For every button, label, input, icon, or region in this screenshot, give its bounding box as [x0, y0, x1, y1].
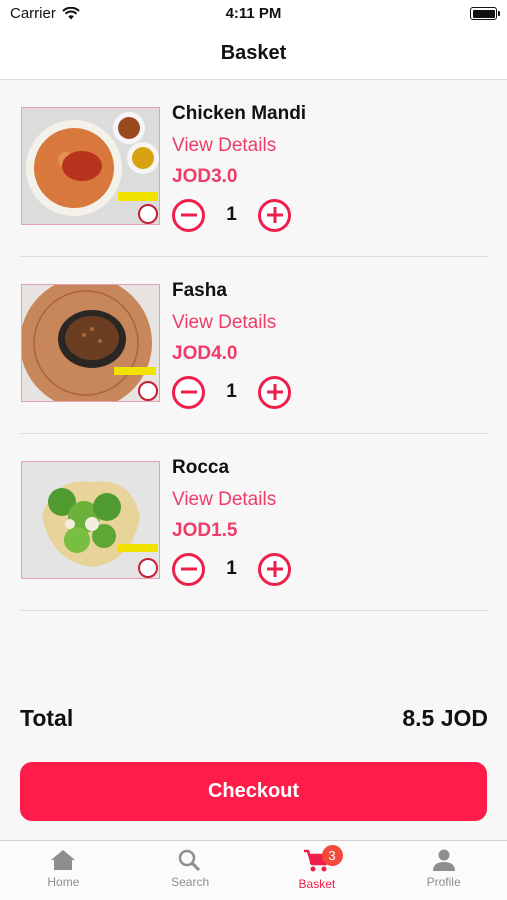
view-details-link[interactable]: View Details	[172, 489, 276, 511]
basket-list: Chicken Mandi View Details JOD3.0 1 Fash…	[20, 80, 488, 611]
decrease-quantity-button[interactable]	[172, 375, 205, 409]
decrease-quantity-button[interactable]	[172, 198, 205, 232]
chicken-mandi-photo	[21, 107, 160, 225]
tab-home[interactable]: Home	[0, 841, 127, 900]
checkout-button[interactable]: Checkout	[20, 762, 487, 821]
plus-icon	[266, 384, 283, 400]
item-name: Chicken Mandi	[172, 103, 307, 124]
increase-quantity-button[interactable]	[258, 375, 291, 409]
tab-label: Profile	[426, 875, 461, 889]
item-price: JOD1.5	[172, 520, 238, 541]
search-icon	[178, 849, 201, 871]
item-name: Fasha	[172, 280, 227, 301]
tab-label: Basket	[298, 877, 336, 891]
item-name: Rocca	[172, 457, 230, 478]
tab-basket[interactable]: 3 Basket	[254, 841, 381, 900]
fasha-photo	[21, 284, 160, 402]
quantity-value: 1	[226, 381, 237, 402]
total-value: 8.5 JOD	[402, 704, 488, 731]
plus-icon	[266, 561, 283, 577]
navigation-bar: Basket	[0, 28, 507, 80]
quantity-value: 1	[226, 204, 237, 225]
quantity-stepper: 1	[172, 375, 291, 409]
status-time: 4:11 PM	[225, 5, 282, 22]
increase-quantity-button[interactable]	[258, 552, 291, 586]
basket-item: Fasha View Details JOD4.0 1	[20, 257, 488, 434]
page-title: Basket	[220, 42, 287, 64]
item-price: JOD4.0	[172, 343, 238, 364]
minus-icon	[180, 390, 197, 394]
tab-label: Home	[47, 875, 80, 889]
quantity-stepper: 1	[172, 552, 291, 586]
tab-bar: Home Search 3 Basket Profile	[0, 840, 507, 900]
basket-item: Chicken Mandi View Details JOD3.0 1	[20, 80, 488, 257]
battery-icon	[470, 7, 500, 20]
tab-profile[interactable]: Profile	[380, 841, 507, 900]
decrease-quantity-button[interactable]	[172, 552, 205, 586]
cart-count-badge: 3	[321, 845, 343, 866]
tab-label: Search	[171, 875, 210, 889]
total-label: Total	[20, 704, 74, 731]
view-details-link[interactable]: View Details	[172, 135, 276, 157]
person-icon	[432, 849, 455, 871]
basket-item: Rocca View Details JOD1.5 1	[20, 434, 488, 611]
tab-search[interactable]: Search	[127, 841, 254, 900]
view-details-link[interactable]: View Details	[172, 312, 276, 334]
increase-quantity-button[interactable]	[258, 198, 291, 232]
minus-icon	[180, 567, 197, 571]
item-price: JOD3.0	[172, 166, 238, 187]
home-icon	[51, 850, 76, 870]
rocca-photo	[21, 461, 160, 579]
total-row: Total 8.5 JOD	[20, 703, 488, 733]
plus-icon	[266, 207, 283, 223]
minus-icon	[180, 213, 197, 217]
status-bar: Carrier 4:11 PM	[0, 0, 507, 28]
quantity-value: 1	[226, 558, 237, 579]
quantity-stepper: 1	[172, 198, 291, 232]
